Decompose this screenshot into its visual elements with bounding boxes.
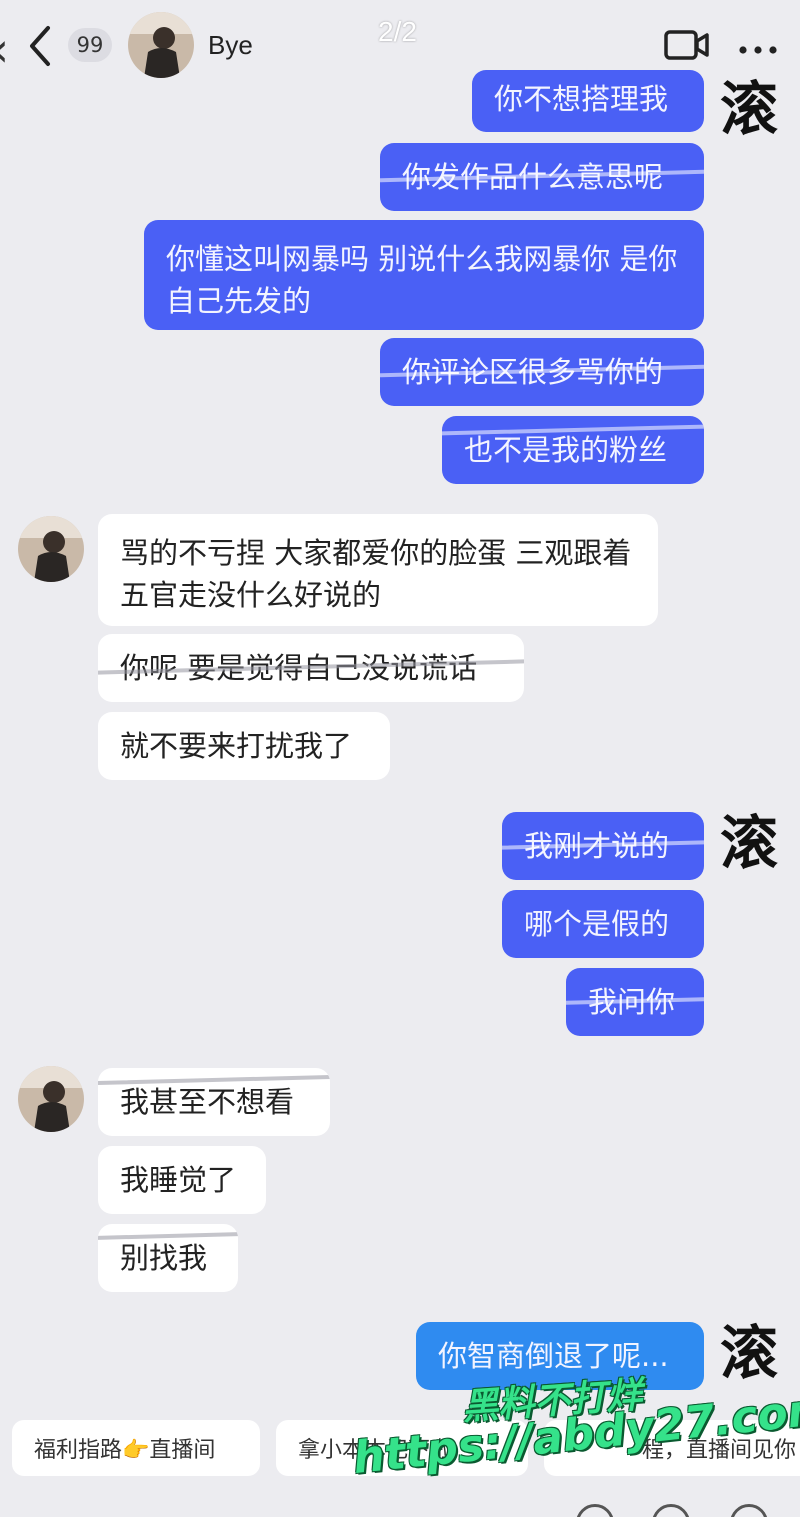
incoming-message[interactable]: 你呢 要是觉得自己没说谎话 (98, 634, 524, 702)
incoming-message[interactable]: 骂的不亏捏 大家都爱你的脸蛋 三观跟着五官走没什么好说的 (98, 514, 658, 626)
swipe-back-edge-icon: ‹ (0, 22, 9, 78)
message-text: 你懂这叫网暴吗 别说什么我网暴你 是你自己先发的 (166, 242, 678, 318)
toolbar-circle-icon[interactable] (730, 1504, 768, 1517)
unread-count-badge[interactable]: 99 (68, 28, 112, 62)
quick-reply-chip[interactable]: 福利指路👉直播间 (12, 1420, 260, 1476)
back-button[interactable] (24, 24, 56, 68)
more-dots-icon (739, 46, 777, 54)
video-camera-icon (664, 30, 709, 60)
sticker-gun[interactable]: 滚 (720, 814, 778, 872)
message-text: 就不要来打扰我了 (120, 729, 353, 763)
incoming-message[interactable]: 我睡觉了 (98, 1146, 266, 1214)
sticker-gun[interactable]: 滚 (720, 80, 778, 138)
toolbar-circle-icon[interactable] (576, 1504, 614, 1517)
more-options-button[interactable] (738, 40, 778, 54)
sticker-gun[interactable]: 滚 (720, 1324, 778, 1382)
toolbar-circle-icon[interactable] (652, 1504, 690, 1517)
message-text: 别找我 (120, 1241, 208, 1275)
chevron-left-icon (30, 26, 50, 66)
message-text: 我甚至不想看 (120, 1085, 295, 1119)
outgoing-message[interactable]: 你不想搭理我 (472, 70, 704, 132)
outgoing-message[interactable]: 我刚才说的 (502, 812, 704, 880)
contact-name[interactable]: Bye (208, 30, 253, 61)
outgoing-message[interactable]: 也不是我的粉丝 (442, 416, 704, 484)
incoming-message[interactable]: 就不要来打扰我了 (98, 712, 390, 780)
page-indicator: 2/2 (378, 16, 417, 47)
message-text: 骂的不亏捏 大家都爱你的脸蛋 三观跟着五官走没什么好说的 (120, 536, 632, 612)
message-text: 也不是我的粉丝 (464, 433, 668, 467)
outgoing-message[interactable]: 你发作品什么意思呢 (380, 143, 704, 211)
outgoing-message[interactable]: 你评论区很多骂你的 (380, 338, 704, 406)
incoming-message[interactable]: 我甚至不想看 (98, 1068, 330, 1136)
outgoing-message[interactable]: 哪个是假的 (502, 890, 704, 958)
message-text: 我睡觉了 (120, 1163, 237, 1197)
sender-avatar[interactable] (18, 516, 84, 582)
input-bar-partial (0, 1494, 800, 1517)
message-text: 你不想搭理我 (494, 82, 669, 116)
outgoing-message[interactable]: 你懂这叫网暴吗 别说什么我网暴你 是你自己先发的 (144, 220, 704, 330)
message-text: 哪个是假的 (524, 907, 670, 941)
incoming-message[interactable]: 别找我 (98, 1224, 238, 1292)
contact-avatar[interactable] (128, 12, 194, 78)
outgoing-message[interactable]: 我问你 (566, 968, 704, 1036)
sender-avatar[interactable] (18, 1066, 84, 1132)
chip-label: 福利指路👉直播间 (34, 1438, 216, 1463)
video-call-button[interactable] (664, 28, 710, 62)
